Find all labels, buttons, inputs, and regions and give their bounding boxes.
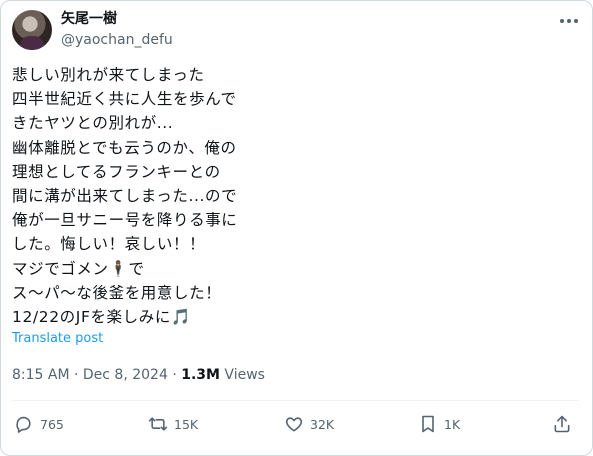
like-button[interactable]: 32K: [284, 414, 334, 434]
post-line: 俺が一旦サニー号を降りる事に: [12, 211, 238, 230]
post-line: 幽体離脱とでも云うのか、俺の: [12, 138, 237, 157]
share-icon: [554, 415, 570, 433]
like-count: 32K: [310, 416, 335, 432]
repost-button[interactable]: 15K: [148, 414, 198, 434]
bookmark-icon: [422, 415, 434, 433]
reply-button[interactable]: 765: [14, 414, 64, 434]
author-avatar[interactable]: [12, 10, 52, 50]
divider: [12, 400, 579, 401]
post-meta: 8:15 AM · Dec 8, 2024 · 1.3M Views: [12, 366, 265, 384]
post-line: きたヤツとの別れが...: [12, 114, 174, 133]
reply-count: 765: [40, 416, 64, 432]
post-line: マジでゴメン🕴️で: [12, 259, 145, 278]
bookmark-button[interactable]: 1K: [418, 414, 460, 434]
author-display-name[interactable]: 矢尾一樹: [61, 10, 117, 28]
post-text: 悲しい別れが来てしまった 四半世紀近く共に人生を歩んで きたヤツとの別れが...…: [12, 63, 302, 329]
more-horizontal-icon[interactable]: [558, 14, 580, 28]
post-line: した。悔しい！哀しい！！: [12, 235, 206, 254]
post-timestamp[interactable]: 8:15 AM · Dec 8, 2024 ·: [12, 367, 181, 383]
views-count: 1.3M: [181, 367, 220, 383]
post-line: 間に溝が出来てしまった...ので: [12, 187, 238, 206]
post-line: 悲しい別れが来てしまった: [12, 66, 205, 84]
post-line: 12/22のJFを楽しみに🎵: [12, 308, 191, 327]
bookmark-count: 1K: [444, 416, 461, 432]
post-line: 理想としてるフランキーとの: [12, 162, 221, 181]
like-icon: [285, 417, 303, 432]
post-line: ス〜パ〜な後釜を用意した！: [12, 283, 222, 302]
post-line: 四半世紀近く共に人生を歩んで: [12, 90, 237, 109]
translate-post-link[interactable]: Translate post: [12, 331, 103, 347]
author-handle[interactable]: @yaochan_defu: [61, 31, 173, 49]
repost-icon: [148, 417, 168, 431]
repost-count: 15K: [174, 416, 199, 432]
views-label: Views: [219, 367, 265, 383]
share-button[interactable]: [552, 414, 572, 434]
reply-icon: [16, 416, 31, 433]
